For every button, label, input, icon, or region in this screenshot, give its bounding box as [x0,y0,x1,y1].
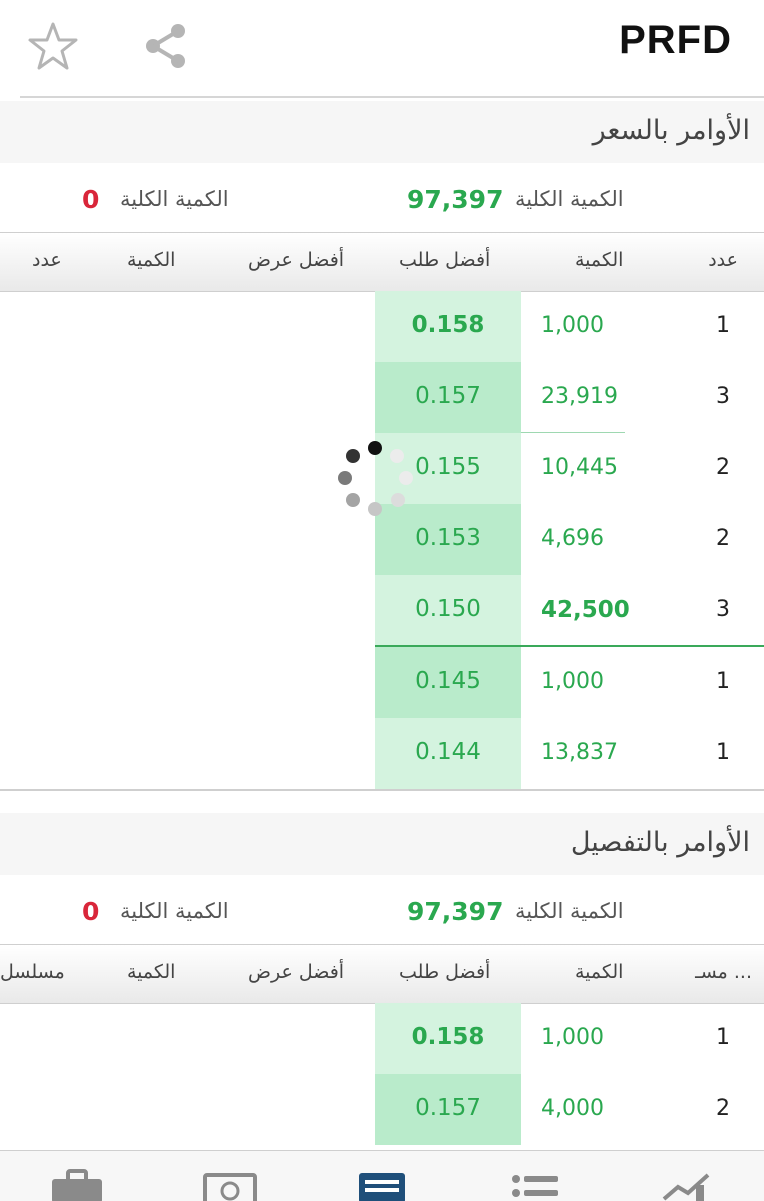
count-cell: 1 [716,313,730,338]
col-best-offer[interactable]: أفضل عرض [248,961,344,983]
table-row[interactable]: 0.150 42,500 3 [0,575,764,646]
qty-cell: 23,919 [541,384,618,409]
table-row[interactable]: 0.158 1,000 1 [0,291,764,362]
section-title-price-label: الأوامر بالسعر [592,115,750,146]
star-icon[interactable] [26,20,80,74]
table-bottom-divider [0,789,764,791]
col-count[interactable]: عدد [708,249,738,271]
serial-cell: 2 [716,1096,730,1121]
header: PRFD [0,0,764,98]
bid-total-label: الكمية الكلية [515,899,624,923]
col-offer-serial[interactable]: مسلسل [0,961,65,983]
count-cell: 1 [716,740,730,765]
qty-cell: 1,000 [541,1025,604,1050]
briefcase-icon[interactable] [50,1169,104,1201]
orderbook-icon[interactable] [355,1169,409,1201]
loading-spinner-icon [338,440,414,516]
totals-row-detail: الكمية الكلية 97,397 الكمية الكلية 0 [0,877,764,945]
col-best-bid[interactable]: أفضل طلب [399,249,490,271]
tab-bar [0,1150,764,1201]
col-serial[interactable]: مسـ ... [695,961,752,983]
cash-icon[interactable] [203,1169,257,1201]
ask-total-value: 0 [82,897,100,926]
bid-cell: 0.150 [375,575,521,646]
section-title-detail-label: الأوامر بالتفصيل [570,827,750,858]
table-row[interactable]: 0.157 23,919 3 [0,362,764,433]
qty-cell: 4,000 [541,1096,604,1121]
table-row[interactable]: 0.157 4,000 2 [0,1074,764,1145]
bid-cell: 0.145 [375,647,521,718]
bid-cell: 0.158 [375,1003,521,1074]
table-row[interactable]: 0.144 13,837 1 [0,718,764,789]
qty-cell: 13,837 [541,740,618,765]
col-offer-qty[interactable]: الكمية [127,249,175,271]
column-header-detail: مسـ ... الكمية أفضل طلب أفضل عرض الكمية … [0,944,764,1004]
column-header-price: عدد الكمية أفضل طلب أفضل عرض الكمية عدد [0,232,764,292]
bid-total-value: 97,397 [407,897,504,926]
qty-cell: 4,696 [541,526,604,551]
ask-total-label: الكمية الكلية [120,899,229,923]
count-cell: 1 [716,669,730,694]
count-cell: 3 [716,597,730,622]
bid-total-label: الكمية الكلية [515,187,624,211]
share-icon[interactable] [142,22,190,70]
col-offer-count[interactable]: عدد [32,249,62,271]
ask-total-label: الكمية الكلية [120,187,229,211]
table-row[interactable]: 0.145 1,000 1 [0,647,764,718]
col-qty[interactable]: الكمية [575,961,623,983]
ask-total-value: 0 [82,185,100,214]
list-icon[interactable] [508,1169,562,1201]
qty-cell: 1,000 [541,313,604,338]
col-best-bid[interactable]: أفضل طلب [399,961,490,983]
page-title: PRFD [619,18,732,62]
count-cell: 2 [716,455,730,480]
col-offer-qty[interactable]: الكمية [127,961,175,983]
col-best-offer[interactable]: أفضل عرض [248,249,344,271]
bid-cell: 0.157 [375,1074,521,1145]
chart-icon[interactable] [660,1169,714,1201]
count-cell: 3 [716,384,730,409]
header-divider [20,96,764,98]
bid-cell: 0.158 [375,291,521,362]
bid-total-value: 97,397 [407,185,504,214]
qty-cell: 42,500 [541,597,630,623]
bid-cell: 0.144 [375,718,521,789]
section-title-price: الأوامر بالسعر [0,101,764,163]
bid-cell: 0.157 [375,362,521,433]
col-qty[interactable]: الكمية [575,249,623,271]
count-cell: 2 [716,526,730,551]
qty-cell: 1,000 [541,669,604,694]
serial-cell: 1 [716,1025,730,1050]
orderbook-price-table: 0.158 1,000 1 0.157 23,919 3 0.155 10,44… [0,291,764,791]
qty-cell: 10,445 [541,455,618,480]
table-row[interactable]: 0.158 1,000 1 [0,1003,764,1074]
totals-row-price: الكمية الكلية 97,397 الكمية الكلية 0 [0,165,764,233]
section-title-detail: الأوامر بالتفصيل [0,813,764,875]
orderbook-detail-table: 0.158 1,000 1 0.157 4,000 2 [0,1003,764,1150]
